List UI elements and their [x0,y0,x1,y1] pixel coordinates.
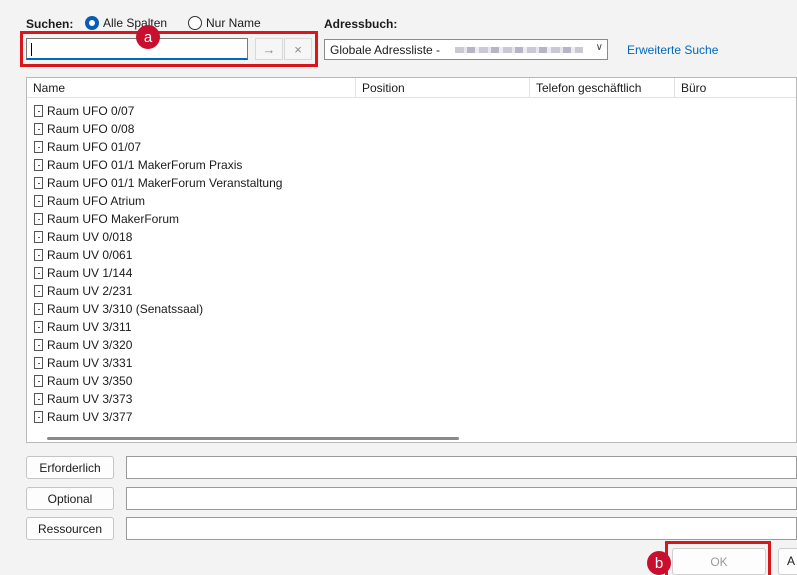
callout-b: b [647,551,671,575]
list-item[interactable]: Raum UV 1/144 [27,264,796,282]
list-item-name: Raum UFO 0/08 [47,122,135,136]
list-item[interactable]: Raum UFO 0/07 [27,102,796,120]
optional-button[interactable]: Optional [26,487,114,510]
room-icon [34,267,43,279]
list-item[interactable]: Raum UV 3/311 [27,318,796,336]
select-names-dialog: Suchen: Alle Spalten Nur Name → × a Adre… [0,0,797,575]
resources-button[interactable]: Ressourcen [26,517,114,540]
address-list[interactable]: Name Position Telefon geschäftlich Büro … [26,77,797,443]
list-item-name: Raum UV 3/310 (Senatssaal) [47,302,204,316]
room-icon [34,303,43,315]
room-icon [34,231,43,243]
highlight-box-a [20,31,318,67]
column-header-phone[interactable]: Telefon geschäftlich [530,78,675,98]
room-icon [34,195,43,207]
advanced-search-link[interactable]: Erweiterte Suche [627,43,718,57]
scrollbar-thumb[interactable] [47,437,459,440]
search-label: Suchen: [26,17,74,31]
resources-field[interactable] [126,517,797,540]
list-item[interactable]: Raum UFO 0/08 [27,120,796,138]
list-item[interactable]: Raum UV 3/350 [27,372,796,390]
radio-name-only-label: Nur Name [206,16,261,30]
addressbook-selected-value: Globale Adressliste - [330,42,441,57]
list-item-name: Raum UFO Atrium [47,194,146,208]
room-icon [34,285,43,297]
list-item[interactable]: Raum UFO Atrium [27,192,796,210]
required-button[interactable]: Erforderlich [26,456,114,479]
chevron-down-icon: ∨ [595,42,603,53]
list-item-name: Raum UV 3/320 [47,338,133,352]
addressbook-label: Adressbuch: [324,17,398,31]
list-item[interactable]: Raum UV 2/231 [27,282,796,300]
list-rows: Raum UFO 0/07 Raum UFO 0/08 Raum UFO 01/… [27,102,796,424]
column-header-office[interactable]: Büro [675,78,797,98]
list-item-name: Raum UV 0/061 [47,248,133,262]
callout-a: a [136,25,160,49]
list-item[interactable]: Raum UFO MakerForum [27,210,796,228]
list-item[interactable]: Raum UV 0/061 [27,246,796,264]
list-item-name: Raum UV 0/018 [47,230,133,244]
list-item[interactable]: Raum UFO 01/1 MakerForum Praxis [27,156,796,174]
radio-selected-icon[interactable] [85,16,99,30]
list-item-name: Raum UV 3/377 [47,410,133,424]
list-item-name: Raum UV 3/311 [47,320,132,334]
room-icon [34,339,43,351]
optional-field[interactable] [126,487,797,510]
radio-unselected-icon[interactable] [188,16,202,30]
column-header-position[interactable]: Position [356,78,530,98]
room-icon [34,105,43,117]
secondary-button[interactable]: A [778,548,797,575]
redacted-text [455,47,583,53]
list-item-name: Raum UV 2/231 [47,284,133,298]
list-item[interactable]: Raum UV 3/310 (Senatssaal) [27,300,796,318]
radio-all-columns-label: Alle Spalten [103,16,168,30]
list-item-name: Raum UV 3/331 [47,356,133,370]
room-icon [34,321,43,333]
required-field[interactable] [126,456,797,479]
column-header-name[interactable]: Name [27,78,356,98]
room-icon [34,411,43,423]
addressbook-select[interactable]: Globale Adressliste - ∨ [324,39,608,60]
room-icon [34,159,43,171]
list-item-name: Raum UV 3/373 [47,392,133,406]
room-icon [34,177,43,189]
horizontal-scrollbar[interactable] [27,426,796,442]
list-item[interactable]: Raum UFO 01/1 MakerForum Veranstaltung [27,174,796,192]
list-item[interactable]: Raum UFO 01/07 [27,138,796,156]
room-icon [34,123,43,135]
list-item[interactable]: Raum UV 3/377 [27,408,796,424]
list-item-name: Raum UFO 0/07 [47,104,135,118]
room-icon [34,393,43,405]
room-icon [34,249,43,261]
list-item[interactable]: Raum UV 3/320 [27,336,796,354]
room-icon [34,141,43,153]
radio-name-only[interactable]: Nur Name [188,16,261,30]
room-icon [34,375,43,387]
list-item-name: Raum UV 3/350 [47,374,133,388]
list-item-name: Raum UFO 01/07 [47,140,142,154]
list-item-name: Raum UV 1/144 [47,266,133,280]
room-icon [34,213,43,225]
list-item-name: Raum UFO MakerForum [47,212,180,226]
list-item-name: Raum UFO 01/1 MakerForum Praxis [47,158,243,172]
list-header: Name Position Telefon geschäftlich Büro [27,78,796,98]
list-item[interactable]: Raum UV 0/018 [27,228,796,246]
highlight-box-b [665,541,771,575]
list-item[interactable]: Raum UV 3/331 [27,354,796,372]
room-icon [34,357,43,369]
list-item-name: Raum UFO 01/1 MakerForum Veranstaltung [47,176,283,190]
list-item[interactable]: Raum UV 3/373 [27,390,796,408]
